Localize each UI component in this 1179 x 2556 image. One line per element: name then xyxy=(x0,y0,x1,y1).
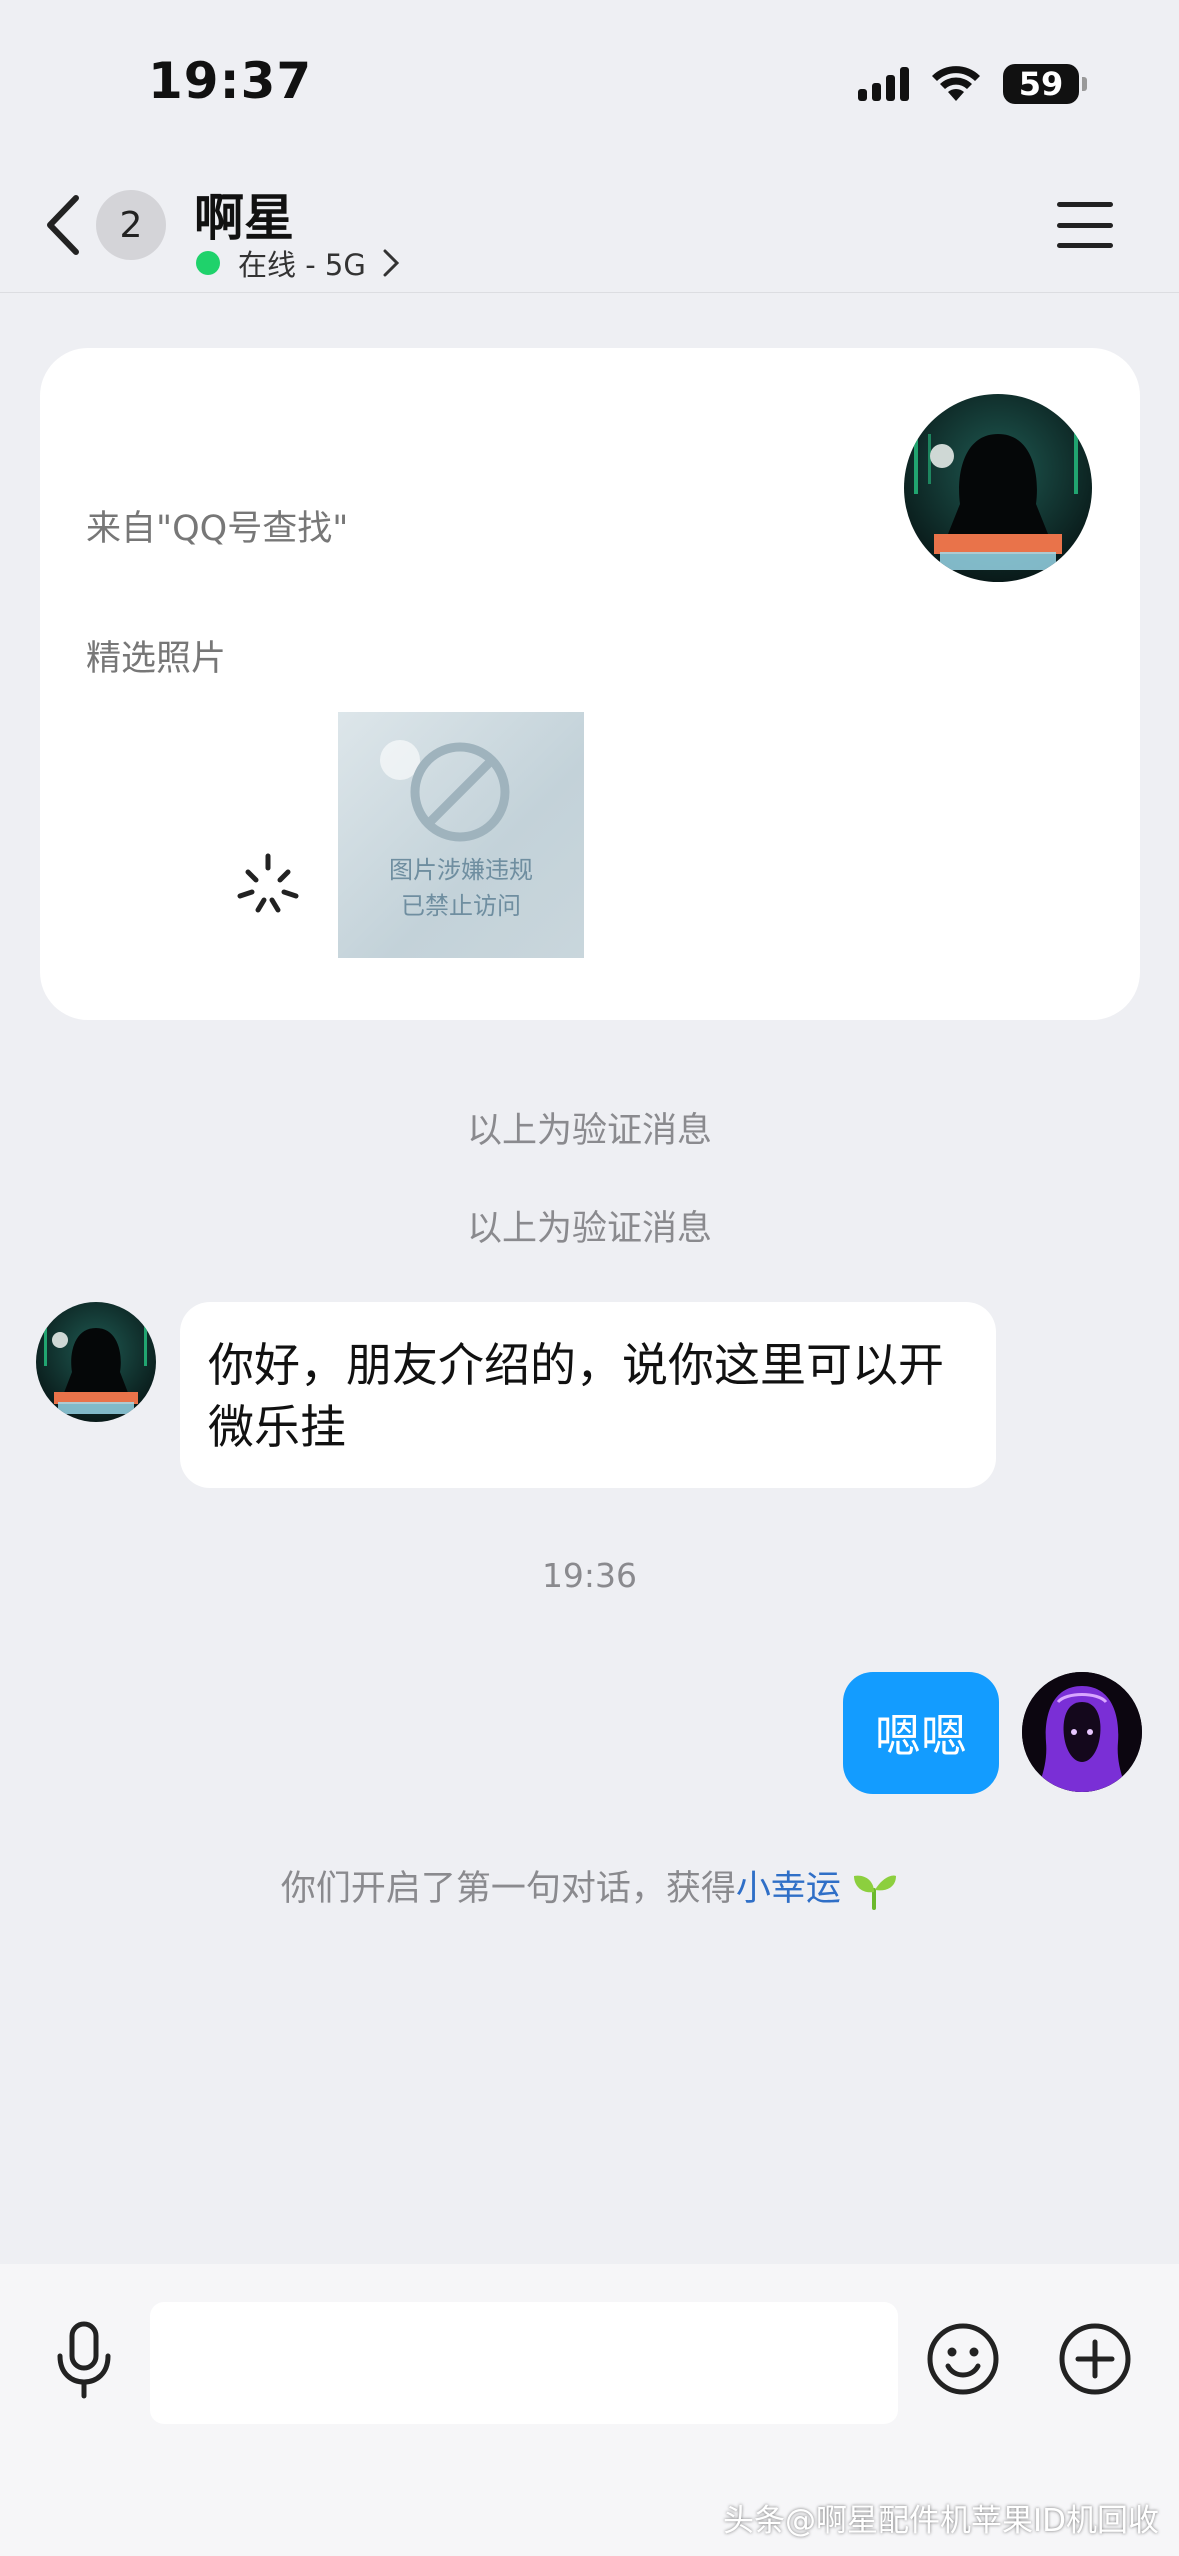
unread-count-badge[interactable]: 2 xyxy=(96,190,166,260)
blocked-text-line1: 图片涉嫌违规 xyxy=(389,856,533,884)
card-avatar[interactable] xyxy=(904,394,1092,582)
contact-name[interactable]: 啊星 xyxy=(194,178,294,250)
menu-icon[interactable] xyxy=(1057,202,1113,248)
outgoing-message-bubble[interactable]: 嗯嗯 xyxy=(843,1672,999,1794)
time-separator: 19:36 xyxy=(541,1556,638,1595)
my-avatar[interactable] xyxy=(1022,1672,1142,1792)
emoji-icon[interactable] xyxy=(926,2322,1000,2396)
presence-text: 在线 - 5G xyxy=(238,248,366,282)
battery-level: 59 xyxy=(1018,65,1064,103)
first-chat-notice-text: 你们开启了第一句对话，获得 xyxy=(280,1869,736,1909)
loading-spinner-icon xyxy=(237,853,299,913)
cellular-signal-icon xyxy=(858,67,909,101)
status-icons: 59 xyxy=(858,64,1087,104)
system-message: 以上为验证消息 xyxy=(466,1111,712,1151)
verification-source: 来自"QQ号查找" xyxy=(86,509,349,549)
status-time: 19:37 xyxy=(148,52,313,110)
header-divider xyxy=(0,292,1179,293)
first-chat-notice: 你们开启了第一句对话，获得小幸运 xyxy=(0,1860,1179,1911)
blocked-text-line2: 已禁止访问 xyxy=(401,892,521,920)
contact-avatar[interactable] xyxy=(36,1302,156,1422)
online-dot-icon xyxy=(196,251,220,275)
featured-photos-label: 精选照片 xyxy=(86,639,227,679)
battery-icon: 59 xyxy=(1003,64,1087,104)
back-chevron-icon[interactable] xyxy=(40,190,90,260)
chevron-right-icon xyxy=(383,249,399,277)
blocked-photo[interactable]: 图片涉嫌违规 已禁止访问 xyxy=(338,712,584,958)
sprout-icon xyxy=(854,1875,897,1910)
message-input[interactable] xyxy=(150,2302,898,2424)
lucky-link[interactable]: 小幸运 xyxy=(736,1869,841,1909)
presence-status[interactable]: 在线 - 5G xyxy=(196,242,400,284)
watermark: 头条@啊星配件机苹果ID机回收 xyxy=(722,2503,1159,2539)
incoming-message-bubble[interactable]: 你好，朋友介绍的，说你这里可以开微乐挂 xyxy=(180,1302,996,1488)
microphone-icon[interactable] xyxy=(52,2320,116,2400)
add-attachment-icon[interactable] xyxy=(1058,2322,1132,2396)
system-message: 以上为验证消息 xyxy=(466,1209,712,1249)
wifi-icon xyxy=(932,66,980,101)
